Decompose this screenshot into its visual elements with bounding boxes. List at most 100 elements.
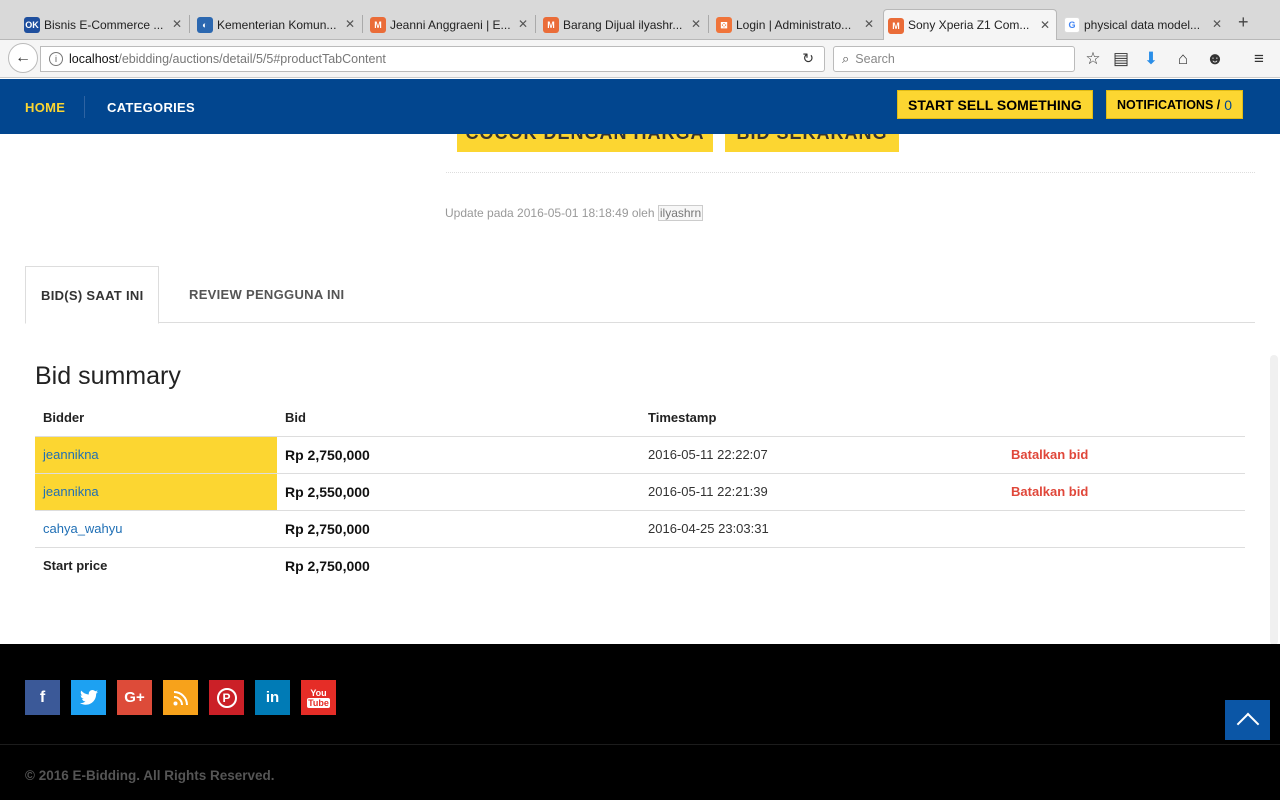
- nav-divider: [84, 96, 85, 118]
- column-header-action: [1003, 399, 1245, 437]
- empty-action-cell: [1003, 510, 1245, 548]
- close-tab-icon[interactable]: ✕: [345, 17, 355, 31]
- google-plus-icon[interactable]: G+: [117, 680, 152, 715]
- divider: [446, 172, 1255, 173]
- browser-tab-label: Barang Dijual ilyashr...: [563, 17, 683, 32]
- bidder-link[interactable]: jeannikna: [43, 484, 99, 499]
- table-row: jeannikna Rp 2,750,000 2016-05-11 22:22:…: [35, 436, 1245, 474]
- table-header-row: Bidder Bid Timestamp: [35, 399, 1245, 437]
- info-icon[interactable]: i: [49, 52, 63, 66]
- column-header-bidder: Bidder: [35, 399, 277, 437]
- browser-tab[interactable]: OK Bisnis E-Commerce ... ✕: [20, 9, 188, 40]
- browser-tab[interactable]: ◐ Kementerian Komun... ✕: [193, 9, 361, 40]
- product-tabs: BID(S) SAAT INI REVIEW PENGGUNA INI: [25, 266, 1255, 324]
- xampp-icon: ⊠: [716, 17, 732, 33]
- nav-home-link[interactable]: HOME: [25, 100, 65, 115]
- buy-now-label: COCOK DENGAN HARGA: [457, 134, 713, 144]
- browser-tab-label: Login | Administrato...: [736, 17, 852, 32]
- browser-tab-strip: OK Bisnis E-Commerce ... ✕ ◐ Kementerian…: [0, 0, 1280, 40]
- bid-timestamp: 2016-05-11 22:22:07: [640, 436, 1003, 474]
- bid-amount: Rp 2,750,000: [277, 436, 640, 474]
- magento-icon: M: [370, 17, 386, 33]
- back-arrow-icon: ←: [15, 49, 31, 66]
- tab-user-reviews[interactable]: REVIEW PENGGUNA INI: [174, 266, 359, 323]
- browser-tab[interactable]: M Jeanni Anggraeni | E... ✕: [366, 9, 534, 40]
- home-icon[interactable]: ⌂: [1173, 49, 1193, 69]
- browser-tab[interactable]: G physical data model... ✕: [1060, 9, 1228, 40]
- buy-now-button[interactable]: COCOK DENGAN HARGA: [457, 134, 713, 152]
- bid-table: Bidder Bid Timestamp jeannikna Rp 2,750,…: [35, 399, 1245, 584]
- reading-list-icon[interactable]: ▤: [1111, 49, 1131, 69]
- browser-tab-label: Jeanni Anggraeni | E...: [390, 17, 511, 32]
- tab-user-reviews-label: REVIEW PENGGUNA INI: [189, 287, 345, 302]
- scrollbar[interactable]: [1270, 355, 1278, 645]
- update-text: Update pada 2016-05-01 18:18:49 oleh: [445, 206, 655, 220]
- chevron-up-icon: [1236, 712, 1259, 736]
- table-row: jeannikna Rp 2,550,000 2016-05-11 22:21:…: [35, 473, 1245, 511]
- site-footer: f G+ P in You Tube © 2016 E-Bidding. All …: [0, 644, 1280, 800]
- tab-current-bids[interactable]: BID(S) SAAT INI: [25, 266, 160, 324]
- close-tab-icon[interactable]: ✕: [691, 17, 701, 31]
- table-row: cahya_wahyu Rp 2,750,000 2016-04-25 23:0…: [35, 510, 1245, 548]
- bid-now-button[interactable]: BID SEKARANG: [725, 134, 899, 152]
- magento-icon: M: [888, 18, 904, 34]
- url-path: /ebidding/auctions/detail/5/5#productTab…: [118, 52, 386, 66]
- magento-icon: M: [543, 17, 559, 33]
- browser-tab-label: Kementerian Komun...: [217, 17, 337, 32]
- browser-tab-label: Bisnis E-Commerce ...: [44, 17, 164, 32]
- browser-toolbar: ← i localhost/ebidding/auctions/detail/5…: [0, 40, 1280, 78]
- bidder-cell: jeannikna: [35, 436, 277, 474]
- start-sell-button[interactable]: START SELL SOMETHING: [897, 90, 1093, 119]
- bidder-link[interactable]: jeannikna: [43, 447, 99, 462]
- url-bar[interactable]: i localhost/ebidding/auctions/detail/5/5…: [40, 46, 825, 72]
- update-user: ilyashrn: [657, 205, 704, 221]
- browser-tab-label: physical data model...: [1084, 17, 1201, 32]
- tab-current-bids-label: BID(S) SAAT INI: [41, 287, 144, 303]
- bid-timestamp: 2016-04-25 23:03:31: [640, 510, 1003, 548]
- empty-cell: [640, 547, 1003, 584]
- pinterest-icon[interactable]: P: [209, 680, 244, 715]
- update-info: Update pada 2016-05-01 18:18:49 oleh ily…: [445, 205, 704, 221]
- linkedin-icon[interactable]: in: [255, 680, 290, 715]
- column-header-bid: Bid: [277, 399, 640, 437]
- close-tab-icon[interactable]: ✕: [1212, 17, 1222, 31]
- rss-icon[interactable]: [163, 680, 198, 715]
- emoji-icon[interactable]: ☻: [1205, 49, 1225, 69]
- close-tab-icon[interactable]: ✕: [518, 17, 528, 31]
- download-icon[interactable]: ⬇: [1141, 49, 1161, 69]
- close-tab-icon[interactable]: ✕: [172, 17, 182, 31]
- notifications-button[interactable]: NOTIFICATIONS / 0: [1106, 90, 1244, 119]
- ministry-icon: ◐: [197, 17, 213, 33]
- search-icon: ⌕: [842, 51, 850, 66]
- browser-tab[interactable]: ⊠ Login | Administrato... ✕: [712, 9, 880, 40]
- scroll-to-top-button[interactable]: [1225, 700, 1270, 740]
- table-row-start-price: Start price Rp 2,750,000: [35, 547, 1245, 584]
- nav-categories-link[interactable]: CATEGORIES: [107, 100, 195, 115]
- menu-icon[interactable]: ≡: [1249, 49, 1269, 69]
- back-button[interactable]: ←: [8, 43, 38, 73]
- close-tab-icon[interactable]: ✕: [864, 17, 874, 31]
- search-placeholder: Search: [855, 52, 895, 66]
- column-header-timestamp: Timestamp: [640, 399, 1003, 437]
- cancel-bid-link[interactable]: Batalkan bid: [1003, 436, 1245, 474]
- ok-icon: OK: [24, 17, 40, 33]
- start-price-value: Rp 2,750,000: [285, 557, 370, 574]
- reload-icon[interactable]: ↻: [802, 50, 814, 67]
- bid-amount: Rp 2,750,000: [277, 510, 640, 548]
- browser-tab[interactable]: M Barang Dijual ilyashr... ✕: [539, 9, 707, 40]
- start-price-label: Start price: [43, 558, 108, 574]
- bid-timestamp: 2016-05-11 22:21:39: [640, 473, 1003, 511]
- bidder-link[interactable]: cahya_wahyu: [43, 521, 123, 536]
- google-icon: G: [1064, 17, 1080, 33]
- browser-tab-active[interactable]: M Sony Xperia Z1 Com... ✕: [883, 9, 1057, 40]
- url-host: localhost: [69, 52, 119, 66]
- twitter-icon[interactable]: [71, 680, 106, 715]
- browser-search-input[interactable]: ⌕ Search: [833, 46, 1075, 72]
- cancel-bid-link[interactable]: Batalkan bid: [1003, 473, 1245, 511]
- bookmark-star-icon[interactable]: ☆: [1083, 49, 1103, 69]
- new-tab-icon[interactable]: +: [1238, 12, 1249, 33]
- browser-tab-label: Sony Xperia Z1 Com...: [908, 18, 1030, 32]
- facebook-icon[interactable]: f: [25, 680, 60, 715]
- youtube-icon[interactable]: You Tube: [301, 680, 336, 715]
- close-tab-icon[interactable]: ✕: [1040, 18, 1050, 32]
